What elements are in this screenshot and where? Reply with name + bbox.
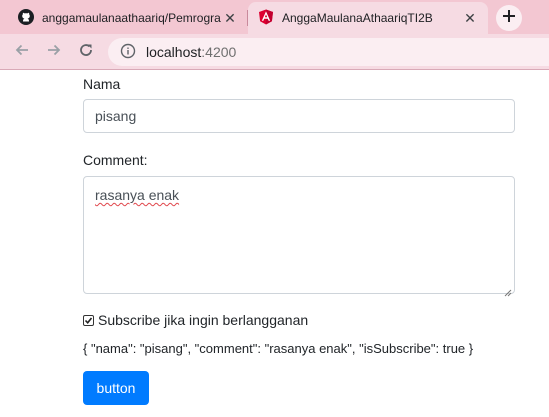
close-icon[interactable]: ✕ (462, 10, 478, 26)
angular-icon (258, 9, 274, 28)
tab-title: anggamaulanaathaariq/Pemrogra (42, 11, 221, 25)
reload-icon (78, 42, 94, 63)
subscribe-checkbox[interactable] (83, 314, 94, 326)
nama-input[interactable]: pisang (83, 99, 515, 133)
url-host: localhost (146, 44, 202, 60)
reload-button[interactable] (74, 40, 98, 64)
subscribe-row: Subscribe jika ingin berlangganan (83, 312, 308, 328)
tab-title: AnggaMaulanaAthaariqTI2B (282, 11, 433, 25)
comment-label: Comment: (83, 152, 148, 168)
browser-toolbar: localhost:4200 (0, 34, 549, 70)
comment-text: rasanya enak (95, 187, 180, 203)
json-output: { "nama": "pisang", "comment": "rasanya … (83, 341, 474, 356)
comment-textarea[interactable]: rasanya enak (83, 176, 515, 297)
resize-handle-icon[interactable] (504, 283, 512, 297)
new-tab-button[interactable] (496, 5, 522, 31)
address-bar[interactable]: localhost:4200 (108, 38, 549, 66)
close-icon[interactable]: ✕ (222, 10, 238, 26)
url-port: :4200 (201, 44, 237, 60)
github-icon (18, 8, 34, 28)
subscribe-label[interactable]: Subscribe jika ingin berlangganan (98, 312, 308, 328)
forward-button[interactable] (42, 40, 66, 64)
tab-strip: anggamaulanaathaariq/Pemrogra ✕ AnggaMau… (0, 0, 549, 34)
arrow-left-icon (14, 42, 30, 63)
info-icon[interactable] (120, 43, 136, 62)
arrow-right-icon (46, 42, 62, 63)
tab-angular[interactable]: AnggaMaulanaAthaariqTI2B ✕ (248, 2, 488, 34)
back-button[interactable] (10, 40, 34, 64)
submit-button[interactable]: button (83, 371, 149, 405)
plus-icon (502, 9, 516, 28)
tab-github[interactable]: anggamaulanaathaariq/Pemrogra ✕ (8, 2, 248, 34)
nama-label: Nama (83, 76, 121, 92)
